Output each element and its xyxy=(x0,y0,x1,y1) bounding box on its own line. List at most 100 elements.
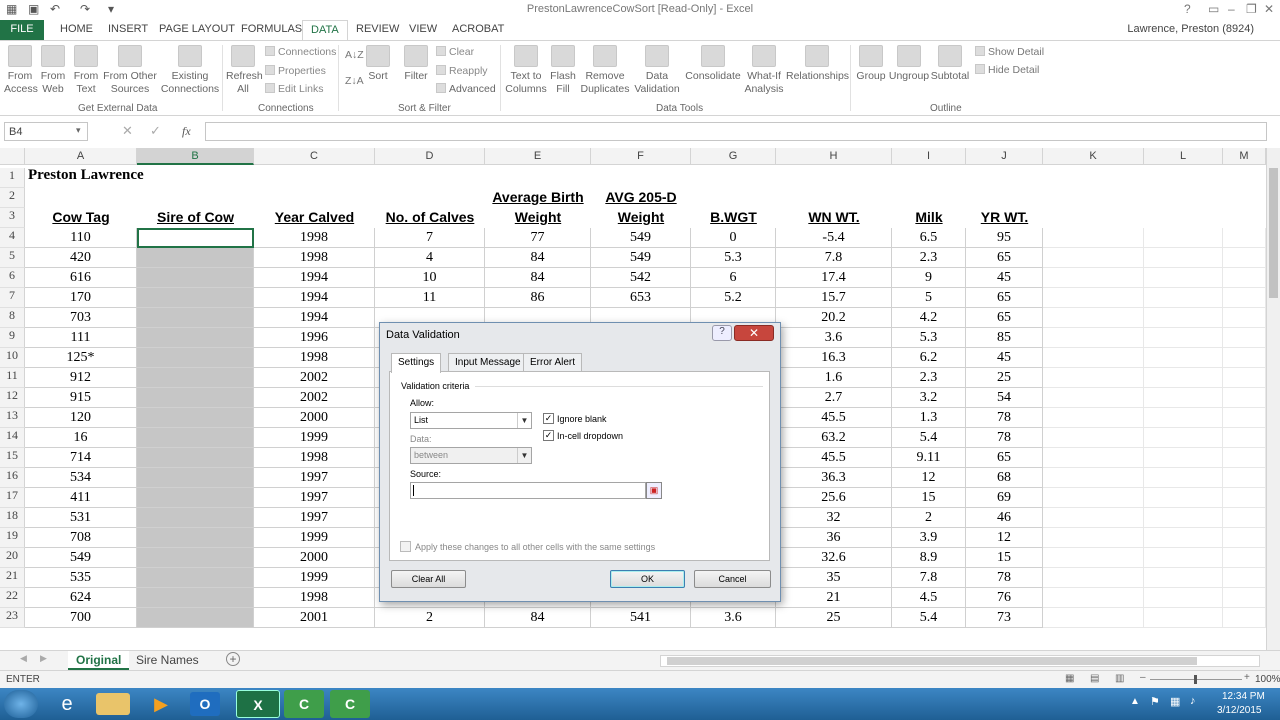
row-header[interactable]: 21 xyxy=(0,568,25,588)
clear-filter-button[interactable]: Clear xyxy=(436,46,474,58)
close-window-icon[interactable]: ✕ xyxy=(1264,2,1274,16)
data-cell[interactable]: 63.2 xyxy=(776,428,892,448)
row-header[interactable]: 14 xyxy=(0,428,25,448)
empty-cell[interactable] xyxy=(1043,528,1144,548)
data-cell[interactable]: 1999 xyxy=(254,568,375,588)
sire-cell[interactable] xyxy=(137,288,254,308)
action-center-icon[interactable]: ⚑ xyxy=(1150,695,1160,708)
outlook-icon[interactable]: O xyxy=(190,692,220,716)
empty-cell[interactable] xyxy=(1144,448,1223,468)
data-cell[interactable]: 45 xyxy=(966,348,1043,368)
data-cell[interactable]: 25 xyxy=(966,368,1043,388)
sire-cell[interactable] xyxy=(137,308,254,328)
sire-cell[interactable] xyxy=(137,508,254,528)
empty-cell[interactable] xyxy=(1223,408,1266,428)
row-header[interactable]: 9 xyxy=(0,328,25,348)
empty-cell[interactable] xyxy=(1043,388,1144,408)
sheet-tab-sire-names[interactable]: Sire Names xyxy=(128,651,207,670)
tab-home[interactable]: HOME xyxy=(60,23,93,35)
empty-cell[interactable] xyxy=(1144,388,1223,408)
data-cell[interactable]: 78 xyxy=(966,428,1043,448)
empty-cell[interactable] xyxy=(1043,548,1144,568)
sheet-nav-prev-icon[interactable]: ◀ xyxy=(20,653,27,664)
data-cell[interactable]: 714 xyxy=(25,448,137,468)
data-cell[interactable]: 7.8 xyxy=(892,568,966,588)
data-cell[interactable]: 411 xyxy=(25,488,137,508)
data-cell[interactable]: 2.3 xyxy=(892,248,966,268)
restore-icon[interactable]: ❐ xyxy=(1246,2,1257,16)
empty-cell[interactable] xyxy=(1043,328,1144,348)
data-cell[interactable]: 700 xyxy=(25,608,137,628)
network-icon[interactable]: ▦ xyxy=(1170,695,1180,708)
data-cell[interactable]: 1999 xyxy=(254,428,375,448)
data-cell[interactable]: 120 xyxy=(25,408,137,428)
data-cell[interactable]: 45 xyxy=(966,268,1043,288)
data-cell[interactable]: 12 xyxy=(892,468,966,488)
data-cell[interactable]: 54 xyxy=(966,388,1043,408)
empty-cell[interactable] xyxy=(1144,368,1223,388)
column-header[interactable]: C xyxy=(254,148,375,165)
data-cell[interactable]: 17.4 xyxy=(776,268,892,288)
tab-review[interactable]: REVIEW xyxy=(356,23,399,35)
filter-button[interactable]: Filter xyxy=(402,45,430,83)
row-header[interactable]: 20 xyxy=(0,548,25,568)
clock-date[interactable]: 3/12/2015 xyxy=(1217,705,1262,716)
empty-cell[interactable] xyxy=(1223,488,1266,508)
data-cell[interactable]: 68 xyxy=(966,468,1043,488)
sire-cell[interactable] xyxy=(137,548,254,568)
ok-button[interactable]: OK xyxy=(610,570,685,588)
clear-all-button[interactable]: Clear All xyxy=(391,570,466,588)
data-cell[interactable]: 5.4 xyxy=(892,608,966,628)
column-header[interactable]: H xyxy=(776,148,892,165)
internet-explorer-icon[interactable]: e xyxy=(46,690,88,718)
empty-cell[interactable] xyxy=(1043,228,1144,248)
data-cell[interactable]: 35 xyxy=(776,568,892,588)
row-header[interactable]: 5 xyxy=(0,248,25,268)
column-header[interactable]: M xyxy=(1223,148,1266,165)
data-cell[interactable]: 2001 xyxy=(254,608,375,628)
data-cell[interactable]: 4 xyxy=(375,248,485,268)
data-cell[interactable]: 65 xyxy=(966,308,1043,328)
new-sheet-icon[interactable]: + xyxy=(226,652,240,666)
data-cell[interactable]: 6 xyxy=(691,268,776,288)
data-cell[interactable]: 78 xyxy=(966,568,1043,588)
column-header[interactable]: L xyxy=(1144,148,1223,165)
from-other-sources-button[interactable]: From Other Sources xyxy=(102,45,158,96)
sire-cell[interactable] xyxy=(137,488,254,508)
cancel-button[interactable]: Cancel xyxy=(694,570,771,588)
consolidate-button[interactable]: Consolidate xyxy=(684,45,742,83)
data-cell[interactable]: 45.5 xyxy=(776,408,892,428)
zoom-level[interactable]: 100% xyxy=(1255,674,1280,685)
empty-cell[interactable] xyxy=(1223,608,1266,628)
row-header[interactable]: 15 xyxy=(0,448,25,468)
empty-cell[interactable] xyxy=(1144,468,1223,488)
flash-fill-button[interactable]: Flash Fill xyxy=(548,45,578,96)
column-header[interactable]: J xyxy=(966,148,1043,165)
empty-cell[interactable] xyxy=(1043,568,1144,588)
normal-view-icon[interactable]: ▦ xyxy=(1065,673,1074,684)
data-cell[interactable]: 1998 xyxy=(254,248,375,268)
data-cell[interactable]: 1997 xyxy=(254,488,375,508)
data-cell[interactable]: 6.2 xyxy=(892,348,966,368)
data-cell[interactable]: 125* xyxy=(25,348,137,368)
row-header[interactable]: 10 xyxy=(0,348,25,368)
tab-acrobat[interactable]: ACROBAT xyxy=(452,23,504,35)
refresh-all-button[interactable]: Refresh All xyxy=(226,45,263,96)
insert-function-icon[interactable]: fx xyxy=(182,124,191,139)
text-to-columns-button[interactable]: Text to Columns xyxy=(505,45,547,96)
column-header[interactable]: G xyxy=(691,148,776,165)
data-cell[interactable]: 9 xyxy=(892,268,966,288)
data-cell[interactable]: 1998 xyxy=(254,588,375,608)
data-cell[interactable]: 25 xyxy=(776,608,892,628)
data-cell[interactable]: 549 xyxy=(25,548,137,568)
row-header[interactable]: 11 xyxy=(0,368,25,388)
empty-cell[interactable] xyxy=(1223,548,1266,568)
data-validation-button[interactable]: Data Validation xyxy=(630,45,684,96)
data-cell[interactable]: 541 xyxy=(591,608,691,628)
tab-settings[interactable]: Settings xyxy=(391,353,442,373)
data-cell[interactable]: 32 xyxy=(776,508,892,528)
data-cell[interactable]: 65 xyxy=(966,248,1043,268)
sire-cell[interactable] xyxy=(137,368,254,388)
empty-cell[interactable] xyxy=(1144,408,1223,428)
empty-cell[interactable] xyxy=(1144,548,1223,568)
